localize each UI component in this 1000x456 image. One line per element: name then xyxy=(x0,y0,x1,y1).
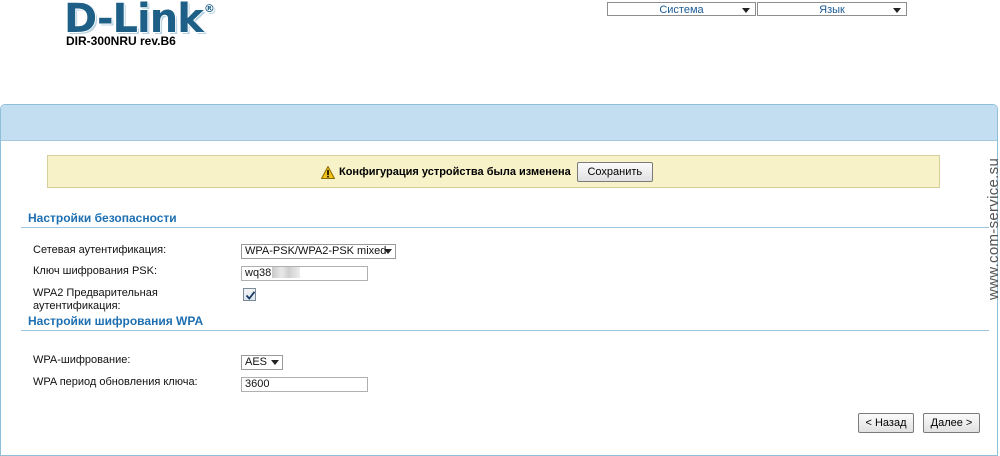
section-divider xyxy=(21,227,989,228)
notice-text: Конфигурация устройства была изменена xyxy=(339,166,571,178)
checkmark-icon xyxy=(245,291,256,300)
wpa-cipher-value: AES xyxy=(245,356,268,368)
registered-mark-icon: ® xyxy=(203,2,215,15)
chevron-down-icon xyxy=(271,360,279,365)
next-button[interactable]: Далее > xyxy=(923,413,980,433)
device-model: DIR-300NRU rev.B6 xyxy=(66,34,176,48)
wpa2-preauth-checkbox[interactable] xyxy=(243,288,256,301)
wpa-cipher-select[interactable]: AES xyxy=(241,355,283,370)
rekey-period-value: 3600 xyxy=(245,378,270,390)
preauth-label-line1: WPA2 Предварительная xyxy=(33,287,158,299)
chevron-down-icon xyxy=(893,8,901,13)
language-menu-label: Язык xyxy=(819,4,845,16)
system-menu[interactable]: Система xyxy=(607,2,756,16)
chevron-down-icon xyxy=(384,249,392,254)
settings-panel: Конфигурация устройства была изменена Со… xyxy=(0,104,998,456)
panel-header xyxy=(1,105,997,141)
masked-key-blur xyxy=(272,267,301,278)
rekey-label: WPA период обновления ключа: xyxy=(33,376,198,388)
back-button[interactable]: < Назад xyxy=(858,413,914,433)
system-menu-label: Система xyxy=(659,4,704,16)
preauth-label-line2: аутентификация: xyxy=(33,300,121,312)
config-changed-notice: Конфигурация устройства была изменена Со… xyxy=(47,155,940,188)
cipher-label: WPA-шифрование: xyxy=(33,354,131,366)
language-menu[interactable]: Язык xyxy=(757,2,907,16)
psk-key-input[interactable]: wq38 xyxy=(241,266,368,281)
save-button[interactable]: Сохранить xyxy=(576,162,653,182)
auth-label: Сетевая аутентификация: xyxy=(33,244,167,256)
psk-label: Ключ шифрования PSK: xyxy=(33,265,158,277)
psk-key-value: wq38 xyxy=(245,267,272,279)
wpa-section-title: Настройки шифрования WPA xyxy=(28,314,204,328)
warning-icon xyxy=(320,164,336,179)
network-auth-select[interactable]: WPA-PSK/WPA2-PSK mixed xyxy=(241,244,396,259)
site-watermark: www.com-service.su xyxy=(985,157,1000,300)
rekey-period-input[interactable]: 3600 xyxy=(241,377,368,392)
security-section-title: Настройки безопасности xyxy=(28,211,177,225)
network-auth-value: WPA-PSK/WPA2-PSK mixed xyxy=(245,245,387,257)
preauth-label: WPA2 Предварительная аутентификация: xyxy=(33,287,158,313)
panel-body: Конфигурация устройства была изменена Со… xyxy=(9,141,989,455)
section-divider xyxy=(21,330,989,331)
chevron-down-icon xyxy=(742,8,750,13)
